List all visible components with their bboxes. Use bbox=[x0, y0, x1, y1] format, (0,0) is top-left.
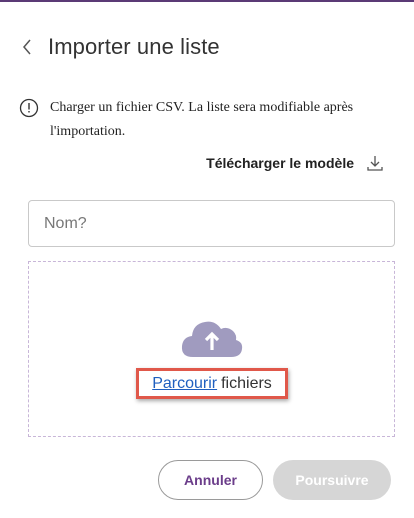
chevron-left-icon[interactable] bbox=[18, 38, 36, 56]
download-template-label: Télécharger le modèle bbox=[206, 155, 354, 171]
cancel-button[interactable]: Annuler bbox=[158, 460, 263, 500]
info-message: Charger un fichier CSV. La liste sera mo… bbox=[19, 98, 391, 144]
browse-files-text: fichiers bbox=[221, 374, 272, 392]
name-input[interactable] bbox=[28, 200, 395, 247]
download-template-link[interactable]: Télécharger le modèle bbox=[206, 154, 384, 172]
browse-files-highlight: Parcourir fichiers bbox=[136, 368, 288, 399]
page-header: Importer une liste bbox=[18, 30, 220, 64]
info-text: Charger un fichier CSV. La liste sera mo… bbox=[50, 100, 354, 139]
cloud-upload-icon[interactable] bbox=[181, 317, 243, 359]
download-icon bbox=[366, 154, 384, 172]
page-title: Importer une liste bbox=[48, 34, 220, 59]
continue-button[interactable]: Poursuivre bbox=[273, 460, 391, 500]
top-accent-bar bbox=[0, 0, 414, 2]
info-circle-icon bbox=[19, 98, 39, 118]
file-dropzone[interactable]: Parcourir fichiers bbox=[28, 261, 395, 437]
browse-files-link[interactable]: Parcourir bbox=[152, 375, 217, 393]
